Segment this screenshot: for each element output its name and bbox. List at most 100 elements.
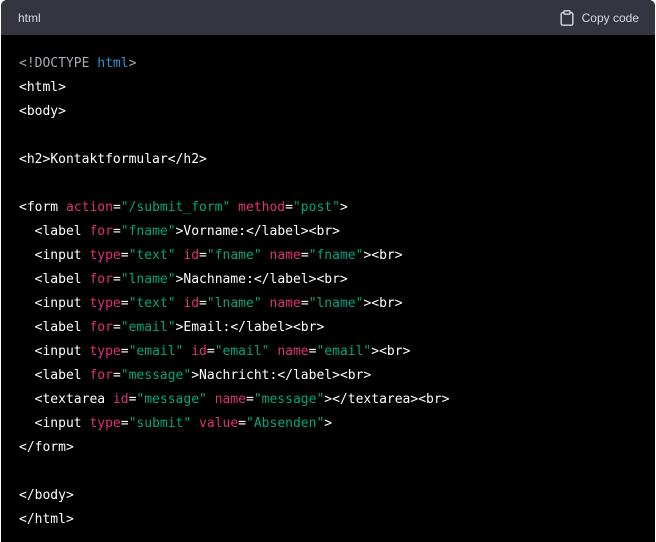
code-token-str: "submit" (128, 416, 192, 431)
code-token-tag: </h2> (167, 152, 207, 167)
code-line: <input type="text" id="fname" name="fnam… (19, 244, 655, 268)
code-token-punc: = (120, 344, 129, 359)
code-token-tag: <input (19, 248, 90, 263)
code-token-punc: = (285, 200, 293, 215)
code-token-attr: name (214, 392, 246, 407)
code-line: <input type="email" id="email" name="ema… (19, 340, 655, 364)
code-token-str: "fname" (120, 224, 176, 239)
code-line: <html> (19, 76, 655, 100)
code-token-attr: id (183, 248, 200, 263)
code-token-punc (262, 296, 270, 311)
code-token-text: Kontaktformular (50, 152, 168, 167)
code-token-punc: = (246, 392, 254, 407)
code-token-tag: </label><br> (253, 272, 348, 287)
code-token-tag: </body> (19, 488, 74, 503)
code-line: <label for="message">Nachricht:</label><… (19, 364, 655, 388)
code-token-punc: = (238, 416, 247, 431)
code-token-kw: html (97, 56, 129, 71)
code-token-attr: name (277, 344, 309, 359)
code-token-attr: id (191, 344, 207, 359)
code-token-str: "lname" (308, 296, 364, 311)
code-token-str: "message" (253, 392, 325, 407)
code-line: </html> (19, 508, 655, 532)
code-token-punc: = (199, 296, 207, 311)
code-token-punc: = (112, 368, 121, 383)
code-token-str: "fname" (206, 248, 262, 263)
code-token-str: "post" (292, 200, 340, 215)
code-token-attr: for (89, 272, 113, 287)
code-token-str: "lname" (206, 296, 262, 311)
code-line: <label for="fname">Vorname:</label><br> (19, 220, 655, 244)
code-token-punc: = (112, 320, 121, 335)
code-token-tag: > (324, 416, 333, 431)
code-token-tag: > (191, 368, 200, 383)
code-token-attr: type (89, 344, 121, 359)
code-token-tag: <body> (19, 104, 66, 119)
code-token-attr: for (89, 224, 113, 239)
code-token-attr: name (269, 296, 301, 311)
code-token-tag: <html> (19, 80, 66, 95)
code-token-attr: id (112, 392, 129, 407)
code-token-attr: type (89, 416, 121, 431)
code-token-punc: = (120, 248, 129, 263)
code-token-str: "lname" (120, 272, 176, 287)
code-token-tag: <textarea (19, 392, 113, 407)
code-token-attr: name (269, 248, 301, 263)
code-token-punc: = (206, 344, 215, 359)
code-token-tag: </form> (19, 440, 74, 455)
code-line: <body> (19, 100, 655, 124)
code-token-str: "Absenden" (246, 416, 325, 431)
code-line: </body> (19, 484, 655, 508)
code-token-attr: action (65, 200, 113, 215)
code-token-text: Vorname: (183, 224, 247, 239)
code-token-doctype: > (128, 56, 137, 71)
code-token-tag: </label><br> (230, 320, 325, 335)
code-token-str: "fname" (308, 248, 364, 263)
code-line: <!DOCTYPE html> (19, 52, 655, 76)
code-token-tag: ><br> (363, 296, 403, 311)
code-token-str: "email" (316, 344, 372, 359)
code-token-punc (207, 392, 215, 407)
code-token-tag: <form (19, 200, 66, 215)
code-token-text: Nachname: (183, 272, 254, 287)
copy-code-button[interactable]: Copy code (560, 9, 639, 26)
code-token-tag: > (339, 200, 348, 215)
code-token-punc (230, 200, 238, 215)
code-token-attr: type (89, 248, 121, 263)
code-token-str: "email" (120, 320, 176, 335)
code-line: <label for="email">Email:</label><br> (19, 316, 655, 340)
code-block: html Copy code <!DOCTYPE html> <html> <bod… (1, 0, 655, 542)
code-token-punc: = (112, 200, 121, 215)
code-token-tag: ></textarea><br> (324, 392, 450, 407)
code-token-tag: <label (19, 224, 90, 239)
code-token-str: "message" (120, 368, 192, 383)
code-token-tag: <label (19, 320, 90, 335)
code-language-label: html (18, 10, 41, 25)
code-line: <label for="lname">Nachname:</label><br> (19, 268, 655, 292)
code-token-attr: id (183, 296, 200, 311)
code-token-tag: </html> (19, 512, 74, 527)
code-token-punc: = (120, 296, 129, 311)
code-token-tag: ><br> (371, 344, 411, 359)
code-token-punc: = (300, 296, 309, 311)
code-token-tag: <input (19, 296, 90, 311)
code-line: </form> (19, 436, 655, 460)
code-token-punc: = (120, 416, 129, 431)
code-line: <input type="submit" value="Absenden"> (19, 412, 655, 436)
code-token-str: "email" (214, 344, 270, 359)
code-block-header: html Copy code (1, 0, 655, 35)
code-token-str: "message" (136, 392, 207, 407)
code-token-tag: ><br> (363, 248, 403, 263)
code-token-str: "text" (128, 248, 176, 263)
code-token-tag: </label><br> (277, 368, 372, 383)
code-token-tag: <label (19, 368, 90, 383)
code-token-attr: value (199, 416, 239, 431)
code-line: <form action="/submit_form" method="post… (19, 196, 655, 220)
code-token-doctype: <!DOCTYPE (19, 56, 98, 71)
code-token-attr: method (238, 200, 286, 215)
code-token-tag: </label><br> (246, 224, 340, 239)
code-content[interactable]: <!DOCTYPE html> <html> <body> <h2>Kontaktf… (1, 35, 655, 532)
code-token-attr: for (89, 368, 113, 383)
